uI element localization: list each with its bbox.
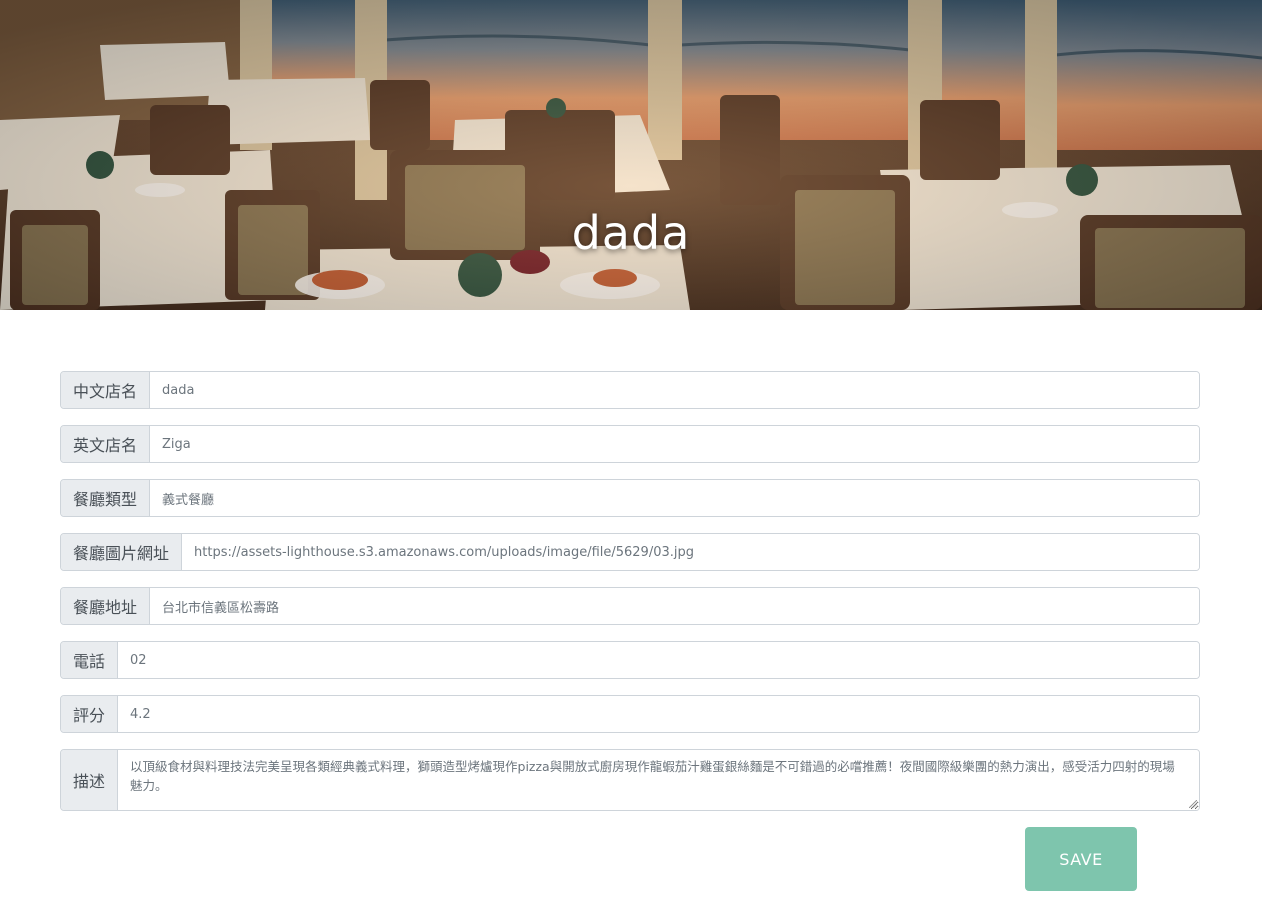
field-label: 描述: [61, 750, 119, 810]
field-name-zh: 中文店名 dada: [60, 371, 1200, 409]
field-rating: 評分 4.2: [60, 695, 1200, 733]
save-button[interactable]: SAVE: [1025, 827, 1137, 891]
field-label: 餐廳類型: [61, 480, 151, 516]
field-label: 中文店名: [61, 372, 151, 408]
field-name-en: 英文店名 Ziga: [60, 425, 1200, 463]
name-en-input[interactable]: Ziga: [150, 426, 1199, 462]
description-text: 以頂級食材與料理技法完美呈現各類經典義式料理，獅頭造型烤爐現作pizza與開放式…: [130, 759, 1175, 793]
field-label: 餐廳圖片網址: [61, 534, 183, 570]
restaurant-photo: [0, 0, 1262, 310]
address-input[interactable]: 台北市信義區松壽路: [150, 588, 1199, 624]
restaurant-edit-form: 中文店名 dada 英文店名 Ziga 餐廳類型 義式餐廳 餐廳圖片網址 htt…: [60, 371, 1200, 827]
rating-input[interactable]: 4.2: [118, 696, 1199, 732]
field-image-url: 餐廳圖片網址 https://assets-lighthouse.s3.amaz…: [60, 533, 1200, 571]
description-textarea[interactable]: 以頂級食材與料理技法完美呈現各類經典義式料理，獅頭造型烤爐現作pizza與開放式…: [118, 750, 1199, 810]
field-label: 電話: [61, 642, 119, 678]
field-phone: 電話 02: [60, 641, 1200, 679]
field-label: 英文店名: [61, 426, 151, 462]
image-url-input[interactable]: https://assets-lighthouse.s3.amazonaws.c…: [182, 534, 1199, 570]
restaurant-title: dada: [571, 206, 691, 260]
field-label: 餐廳地址: [61, 588, 151, 624]
hero-banner: dada: [0, 0, 1262, 310]
name-zh-input[interactable]: dada: [150, 372, 1199, 408]
field-address: 餐廳地址 台北市信義區松壽路: [60, 587, 1200, 625]
phone-input[interactable]: 02: [118, 642, 1199, 678]
field-label: 評分: [61, 696, 119, 732]
field-description: 描述 以頂級食材與料理技法完美呈現各類經典義式料理，獅頭造型烤爐現作pizza與…: [60, 749, 1200, 811]
field-category: 餐廳類型 義式餐廳: [60, 479, 1200, 517]
resize-handle-icon[interactable]: [1189, 800, 1197, 808]
category-input[interactable]: 義式餐廳: [150, 480, 1199, 516]
